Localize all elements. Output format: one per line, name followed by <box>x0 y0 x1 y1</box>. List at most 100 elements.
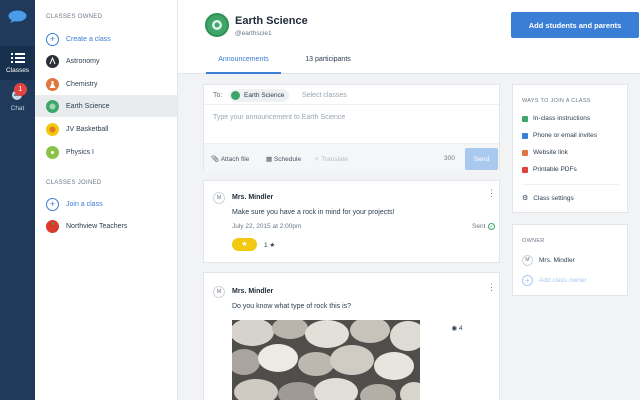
schedule-button[interactable]: ▦ Schedule <box>266 155 301 163</box>
recipient-chip-label: Earth Science <box>244 92 285 99</box>
to-label: To: <box>213 92 223 99</box>
earth-science-icon <box>46 99 59 113</box>
class-settings-link[interactable]: ⚙ Class settings <box>522 194 574 202</box>
add-owner-label: Add class owner <box>539 277 587 284</box>
post-card: M Mrs. Mindler ⋮ Make sure you have a ro… <box>203 180 500 263</box>
announcement-composer: To: Earth Science Select classes Type yo… <box>203 84 500 171</box>
announcement-input[interactable]: Type your announcement to Earth Science <box>213 114 345 121</box>
check-icon: ✓ <box>488 223 495 230</box>
chemistry-icon <box>46 77 59 91</box>
post-body: Make sure you have a rock in mind for yo… <box>232 209 395 216</box>
eye-icon: ◉ <box>451 325 458 332</box>
ways-to-join-heading: WAYS TO JOIN A CLASS <box>522 98 591 104</box>
translate-button[interactable]: ✧ Translate <box>314 155 348 163</box>
owner-heading: OWNER <box>522 238 545 244</box>
send-button[interactable]: Send <box>465 148 498 170</box>
chat-badge: 1 <box>14 83 27 96</box>
classes-owned-heading: CLASSES OWNED <box>46 14 103 20</box>
astronomy-icon <box>46 54 59 68</box>
way-label: Printable PDFs <box>533 166 577 173</box>
envelope-icon <box>522 132 528 139</box>
create-class-link[interactable]: + Create a class <box>35 28 177 50</box>
translate-icon: ✧ <box>314 156 320 163</box>
attach-file-label: Attach file <box>220 156 250 163</box>
add-class-owner-link[interactable]: + Add class owner <box>522 275 587 286</box>
way-label: Phone or email invites <box>533 132 597 139</box>
presentation-icon <box>522 115 528 122</box>
view-count-badge: ◉ 4 <box>444 322 470 336</box>
rock-photo[interactable] <box>232 320 420 400</box>
sidebar-item-label: Physics I <box>66 148 95 156</box>
class-header: Earth Science @earthscie1 Add students a… <box>178 0 640 74</box>
select-classes-input[interactable]: Select classes <box>302 92 347 99</box>
app-rail: Classes Chat 1 <box>0 0 35 400</box>
translate-label: Translate <box>321 156 349 163</box>
website-link[interactable]: Website link <box>522 149 568 156</box>
sidebar-item-northview-teachers[interactable]: Northview Teachers <box>35 215 177 237</box>
add-students-button[interactable]: Add students and parents <box>511 12 639 38</box>
sidebar-item-earth-science[interactable]: Earth Science <box>35 95 177 117</box>
avatar: M <box>213 192 225 204</box>
tab-participants[interactable]: 13 participants <box>293 54 363 74</box>
post-body: Do you know what type of rock this is? <box>232 303 352 310</box>
sidebar-item-label: Northview Teachers <box>66 222 128 230</box>
rail-chat-label: Chat <box>10 105 25 112</box>
more-options-icon[interactable]: ⋮ <box>487 189 496 198</box>
avatar: M <box>522 255 533 266</box>
create-class-label: Create a class <box>66 35 111 43</box>
post-card: M Mrs. Mindler ⋮ Do you know what type o… <box>203 272 500 400</box>
plus-icon: + <box>46 32 59 46</box>
classes-joined-heading: CLASSES JOINED <box>46 180 102 186</box>
tab-announcements[interactable]: Announcements <box>206 54 281 74</box>
class-handle: @earthscie1 <box>235 30 272 37</box>
page-title: Earth Science <box>235 15 308 27</box>
list-icon <box>10 53 25 63</box>
post-date: July 22, 2015 at 2:00pm <box>232 223 302 230</box>
phone-email-invites-link[interactable]: Phone or email invites <box>522 132 597 139</box>
avatar: M <box>213 286 225 298</box>
rail-classes-label: Classes <box>5 67 30 74</box>
calendar-icon: ▦ <box>266 156 273 163</box>
earth-science-icon <box>231 91 240 100</box>
pdf-icon <box>522 166 528 173</box>
sidebar-item-label: Chemistry <box>66 80 98 88</box>
join-class-label: Join a class <box>66 200 103 208</box>
rail-classes[interactable]: Classes <box>0 46 35 80</box>
way-label: Website link <box>533 149 568 156</box>
post-author: Mrs. Mindler <box>232 194 274 201</box>
link-icon <box>522 149 528 156</box>
sidebar-item-physics[interactable]: Physics I <box>35 141 177 163</box>
apple-icon <box>46 219 59 233</box>
sidebar-item-label: Astronomy <box>66 57 100 65</box>
sidebar-item-chemistry[interactable]: Chemistry <box>35 73 177 95</box>
attach-file-button[interactable]: 📎︎ Attach file <box>211 155 249 163</box>
class-settings-label: Class settings <box>533 194 574 202</box>
way-label: In-class instructions <box>533 115 591 122</box>
divider <box>522 184 619 185</box>
reaction-count: 1 ★ <box>264 242 276 249</box>
reaction-button[interactable]: ★ <box>232 238 257 251</box>
sidebar-item-astronomy[interactable]: Astronomy <box>35 50 177 72</box>
more-options-icon[interactable]: ⋮ <box>487 283 496 292</box>
in-class-instructions-link[interactable]: In-class instructions <box>522 115 590 122</box>
basketball-icon <box>46 122 59 136</box>
app-logo[interactable] <box>8 10 27 23</box>
recipient-chip[interactable]: Earth Science <box>229 89 290 102</box>
plus-icon: + <box>522 275 533 286</box>
sidebar-item-jv-basketball[interactable]: JV Basketball <box>35 118 177 140</box>
post-author: Mrs. Mindler <box>232 288 274 295</box>
schedule-label: Schedule <box>273 156 302 163</box>
plus-icon: + <box>46 197 59 211</box>
post-status: Sent <box>472 223 486 230</box>
paperclip-icon: 📎︎ <box>211 156 220 163</box>
physics-icon <box>46 145 59 159</box>
printable-pdfs-link[interactable]: Printable PDFs <box>522 166 577 173</box>
owner-row: M Mrs. Mindler <box>522 255 575 266</box>
class-sidebar: CLASSES OWNED + Create a class Astronomy… <box>35 0 178 400</box>
ways-to-join-panel: WAYS TO JOIN A CLASS In-class instructio… <box>512 84 628 213</box>
class-avatar <box>205 13 229 37</box>
composer-toolbar: 📎︎ Attach file ▦ Schedule ✧ Translate 30… <box>204 143 499 171</box>
view-count: 4 <box>458 325 463 332</box>
character-count: 300 <box>444 155 455 162</box>
join-class-link[interactable]: + Join a class <box>35 193 177 215</box>
